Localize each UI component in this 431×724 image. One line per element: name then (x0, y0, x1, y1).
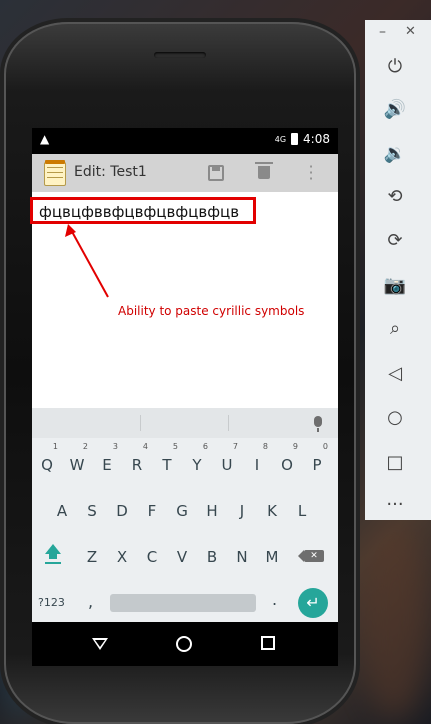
home-icon[interactable]: ○ (382, 405, 408, 431)
navigation-bar (32, 622, 338, 666)
shift-arrow-icon (45, 544, 61, 554)
more-icon[interactable]: ··· (382, 492, 408, 518)
shift-bar (45, 562, 61, 564)
phone-device: ▲ 4G 4:08 Edit: Test1 · · · фцвцфввфцвфцвф… (4, 22, 356, 724)
warning-triangle-icon: ▲ (40, 132, 50, 146)
overflow-menu-icon[interactable]: · · · (308, 159, 314, 187)
key-k[interactable]: K (257, 492, 287, 530)
key-b[interactable]: B (197, 538, 227, 576)
notepad-icon (44, 160, 66, 186)
key-f[interactable]: F (137, 492, 167, 530)
nav-back-icon[interactable] (92, 638, 108, 650)
volume-down-icon[interactable]: 🔉 (382, 141, 408, 167)
shift-key[interactable] (42, 544, 64, 568)
power-icon[interactable]: ⏻ (382, 54, 408, 80)
rotate-left-icon[interactable]: ⟲ (382, 184, 408, 210)
key-g[interactable]: G (167, 492, 197, 530)
annotation-text: Ability to paste cyrillic symbols (118, 304, 305, 318)
suggestion-divider (228, 415, 229, 431)
key-a[interactable]: A (47, 492, 77, 530)
overview-icon[interactable]: □ (382, 450, 408, 476)
key-e[interactable]: E3 (92, 442, 122, 484)
key-c[interactable]: C (137, 538, 167, 576)
editor-text[interactable]: фцвцфввфцвфцвфцвфцв (39, 203, 239, 221)
status-time: 4:08 (303, 132, 330, 146)
key-n[interactable]: N (227, 538, 257, 576)
key-o[interactable]: O9 (272, 442, 302, 484)
key-q[interactable]: Q1 (32, 442, 62, 484)
status-bar: ▲ 4G 4:08 (32, 128, 338, 152)
key-h[interactable]: H (197, 492, 227, 530)
back-icon[interactable]: ◁ (382, 361, 408, 387)
shift-stem (49, 554, 57, 559)
delete-icon[interactable] (255, 162, 273, 179)
save-icon[interactable] (208, 165, 224, 181)
key-d[interactable]: D (107, 492, 137, 530)
spacebar[interactable] (110, 594, 256, 612)
rotate-right-icon[interactable]: ⟳ (382, 228, 408, 254)
suggestion-strip (32, 408, 338, 438)
keyboard-row-2: A S D F G H J K L (32, 492, 338, 530)
key-u[interactable]: U7 (212, 442, 242, 484)
highlight-box: фцвцфввфцвфцвфцвфцв (30, 197, 256, 224)
key-l[interactable]: L (287, 492, 317, 530)
key-y[interactable]: Y6 (182, 442, 212, 484)
volume-up-icon[interactable]: 🔊 (382, 97, 408, 123)
zoom-icon[interactable]: ⌕ (382, 316, 408, 342)
enter-key[interactable]: ↵ (298, 588, 328, 618)
phone-screen: ▲ 4G 4:08 Edit: Test1 · · · фцвцфввфцвфцвф… (30, 128, 338, 666)
keyboard-row-1: Q1 W2 E3 R4 T5 Y6 U7 I8 O9 P0 (32, 442, 338, 484)
key-m[interactable]: M (257, 538, 287, 576)
annotation-arrow (65, 224, 109, 298)
key-v[interactable]: V (167, 538, 197, 576)
key-r[interactable]: R4 (122, 442, 152, 484)
key-i[interactable]: I8 (242, 442, 272, 484)
key-x[interactable]: X (107, 538, 137, 576)
symbols-key[interactable]: ?123 (38, 596, 65, 609)
battery-icon (291, 133, 299, 145)
period-key[interactable]: . (272, 590, 277, 609)
keyboard-row-4: ?123 , . ↵ (32, 584, 338, 622)
backspace-icon[interactable]: ✕ (298, 550, 324, 562)
key-z[interactable]: Z (77, 538, 107, 576)
nav-recents-icon[interactable] (261, 636, 275, 650)
key-w[interactable]: W2 (62, 442, 92, 484)
key-j[interactable]: J (227, 492, 257, 530)
key-s[interactable]: S (77, 492, 107, 530)
page-title: Edit: Test1 (74, 164, 147, 180)
action-bar: Edit: Test1 · · · (32, 154, 338, 192)
key-p[interactable]: P0 (302, 442, 332, 484)
keyboard-row-3: Z X C V B N M ✕ (32, 538, 338, 576)
camera-icon[interactable]: 📷 (382, 273, 408, 299)
minimize-icon[interactable]: – (379, 24, 386, 40)
emulator-control-panel: – ✕ ⏻ 🔊 🔉 ⟲ ⟳ 📷 ⌕ ◁ ○ □ ··· (365, 20, 431, 520)
nav-home-icon[interactable] (176, 636, 192, 652)
close-icon[interactable]: ✕ (405, 24, 416, 39)
comma-key[interactable]: , (88, 592, 93, 611)
network-type: 4G (274, 134, 287, 144)
microphone-icon[interactable] (314, 416, 322, 432)
speaker-grille (154, 52, 206, 58)
soft-keyboard: Q1 W2 E3 R4 T5 Y6 U7 I8 O9 P0 A S D F G … (32, 408, 338, 622)
key-t[interactable]: T5 (152, 442, 182, 484)
editor-area[interactable]: фцвцфввфцвфцвфцвфцв Ability to paste cyr… (30, 192, 338, 408)
status-right: 4G 4:08 (275, 132, 330, 146)
suggestion-divider (140, 415, 141, 431)
